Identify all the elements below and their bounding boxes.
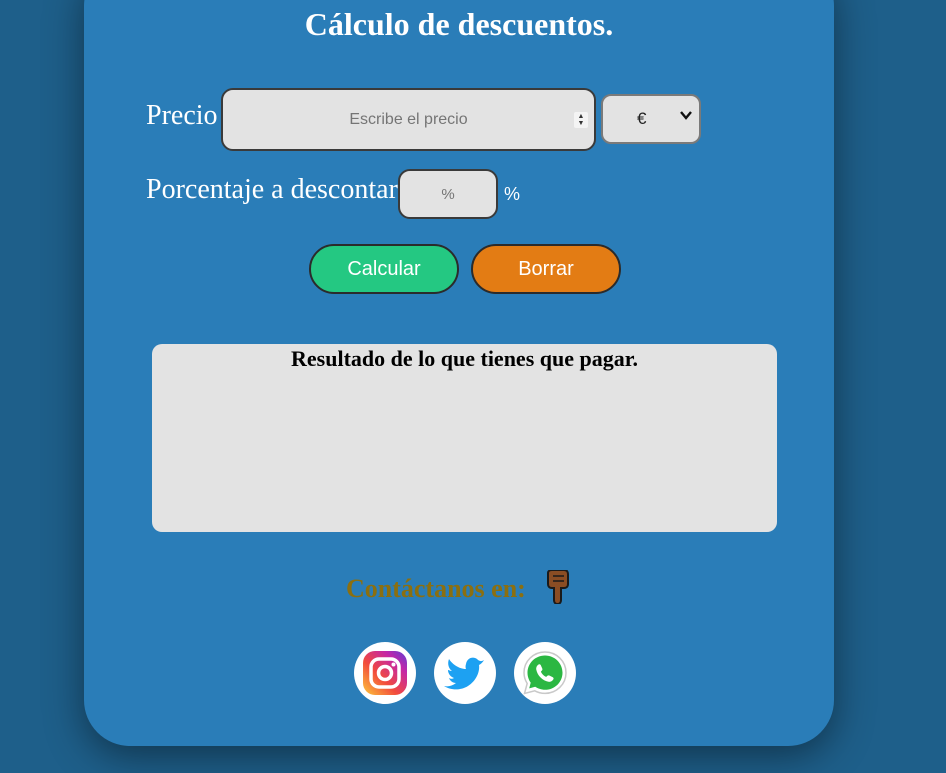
borrar-button[interactable]: Borrar — [471, 244, 621, 294]
currency-select[interactable]: € — [601, 94, 701, 144]
precio-placeholder: Escribe el precio — [349, 110, 468, 128]
twitter-icon — [444, 657, 484, 690]
calcular-button[interactable]: Calcular — [309, 244, 459, 294]
number-spinner-icon[interactable]: ▲ ▼ — [574, 112, 588, 128]
percent-suffix: % — [504, 184, 521, 204]
instagram-link[interactable] — [354, 642, 416, 704]
precio-input[interactable]: Escribe el precio ▲ ▼ — [221, 88, 596, 151]
instagram-icon — [363, 651, 407, 695]
currency-selected-value: € — [637, 109, 647, 128]
porcentaje-label: Porcentaje a descontar — [146, 174, 398, 205]
precio-label: Precio — [146, 100, 218, 131]
calculator-card: Cálculo de descuentos. Precio Escribe el… — [84, 0, 834, 746]
whatsapp-icon — [523, 651, 567, 695]
whatsapp-link[interactable] — [514, 642, 576, 704]
pointing-down-hand-icon — [547, 570, 569, 604]
porcentaje-input[interactable]: % — [398, 169, 498, 219]
page-title: Cálculo de descuentos. — [304, 6, 614, 42]
contact-label: Contáctanos en: — [346, 574, 526, 603]
result-title: Resultado de lo que tienes que pagar. — [291, 346, 638, 371]
result-box: Resultado de lo que tienes que pagar. — [152, 344, 777, 532]
chevron-down-icon — [680, 111, 692, 120]
twitter-link[interactable] — [434, 642, 496, 704]
porcentaje-placeholder: % — [441, 185, 455, 203]
